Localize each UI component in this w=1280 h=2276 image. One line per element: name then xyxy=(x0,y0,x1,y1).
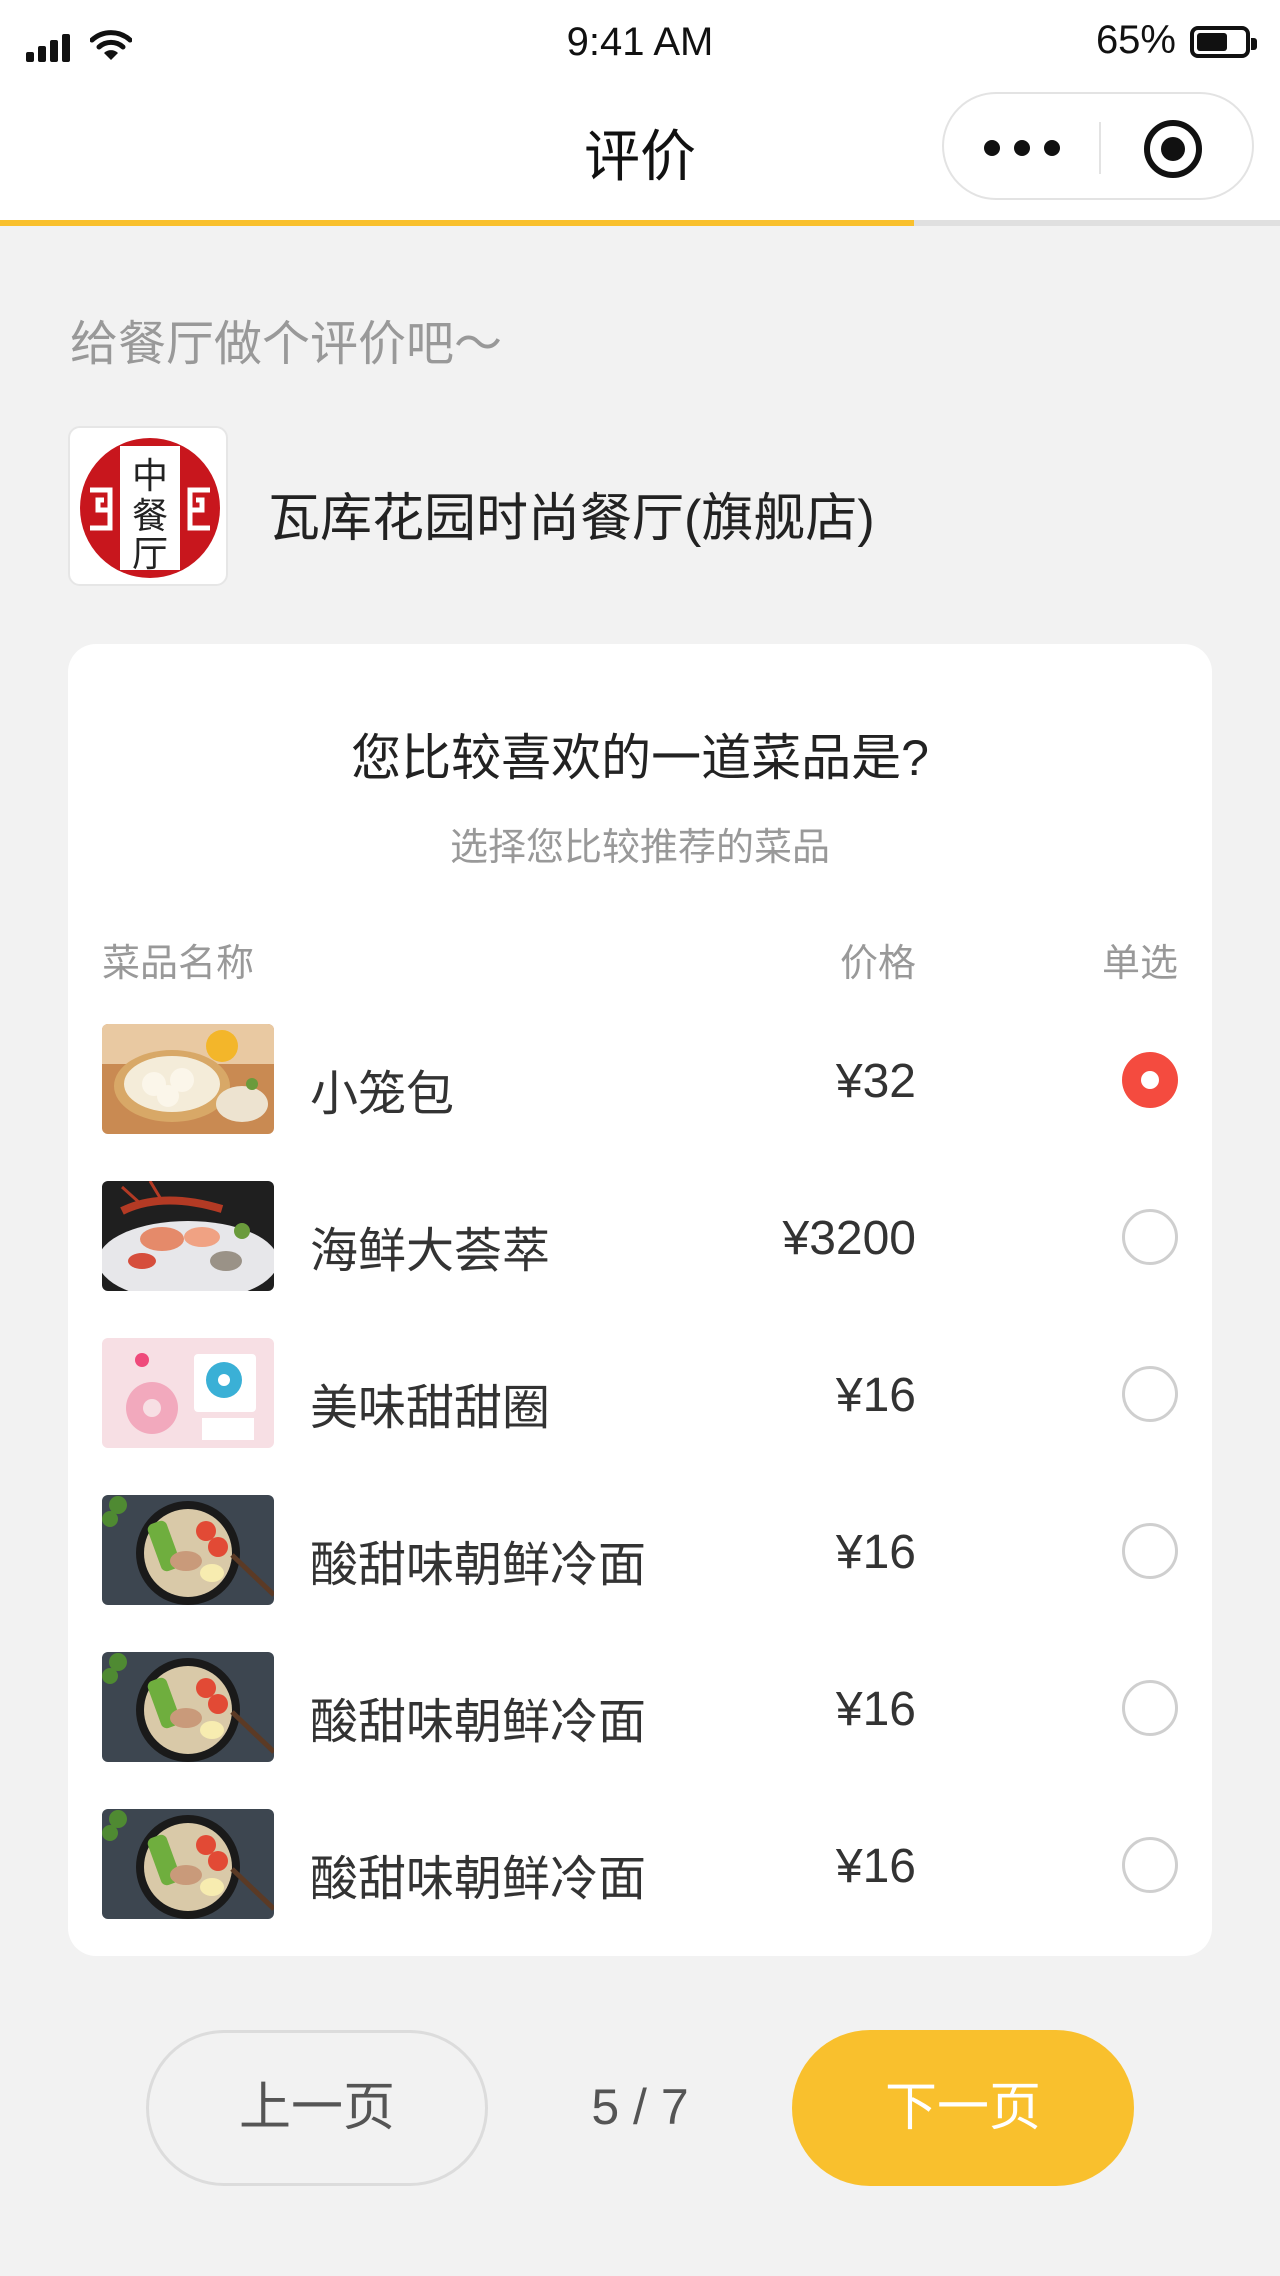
select-radio[interactable] xyxy=(1122,1052,1178,1108)
pagination: 上一页 5 / 7 下一页 xyxy=(0,2030,1280,2186)
dish-price: ¥32 xyxy=(835,1055,916,1108)
rating-prompt: 给餐厅做个评价吧～ xyxy=(70,318,503,371)
capsule-divider xyxy=(1099,122,1101,174)
dish-name: 美味甜甜圈 xyxy=(310,1382,551,1435)
column-header-select: 单选 xyxy=(1101,943,1178,985)
battery-percentage: 65% xyxy=(1095,18,1176,62)
more-icon[interactable] xyxy=(984,130,1104,166)
svg-text:餐: 餐 xyxy=(132,496,168,537)
question-card: 您比较喜欢的一道菜品是? 选择您比较推荐的菜品 菜品名称 价格 单选 小笼包 ¥… xyxy=(68,644,1212,1956)
dish-row[interactable]: 小笼包 ¥32 xyxy=(68,1024,1212,1134)
dish-price: ¥16 xyxy=(835,1526,916,1579)
next-page-button[interactable]: 下一页 xyxy=(792,2030,1134,2186)
column-header-price: 价格 xyxy=(839,943,916,985)
select-radio[interactable] xyxy=(1122,1837,1178,1893)
svg-text:厅: 厅 xyxy=(132,534,168,575)
select-radio[interactable] xyxy=(1122,1366,1178,1422)
dish-row[interactable]: 酸甜味朝鲜冷面 ¥16 xyxy=(68,1495,1212,1605)
restaurant-name: 瓦库花园时尚餐厅(旗舰店) xyxy=(268,490,875,548)
dish-name: 酸甜味朝鲜冷面 xyxy=(310,1539,647,1592)
dish-name: 酸甜味朝鲜冷面 xyxy=(310,1853,647,1906)
question-title: 您比较喜欢的一道菜品是? xyxy=(351,730,929,786)
select-radio[interactable] xyxy=(1122,1680,1178,1736)
dish-name: 小笼包 xyxy=(310,1068,455,1121)
dish-name: 酸甜味朝鲜冷面 xyxy=(310,1696,647,1749)
dish-row[interactable]: 美味甜甜圈 ¥16 xyxy=(68,1338,1212,1448)
dish-price: ¥16 xyxy=(835,1683,916,1736)
dish-price: ¥16 xyxy=(835,1840,916,1893)
top-bar: 9:41 AM 65% 评价 xyxy=(0,0,1280,222)
battery-icon xyxy=(1190,26,1257,58)
restaurant-info: 中 餐 厅 瓦库花园时尚餐厅(旗舰店) xyxy=(68,426,1168,586)
cold-noodles-image xyxy=(102,1809,274,1919)
cold-noodles-image xyxy=(102,1652,274,1762)
survey-progress-fill xyxy=(0,220,914,226)
survey-page: 9:41 AM 65% 评价 给餐厅做个评价吧～ 中 餐 厅 瓦库花园时尚餐厅(… xyxy=(0,0,1280,2276)
dish-price: ¥3200 xyxy=(782,1212,916,1265)
dish-row[interactable]: 海鲜大荟萃 ¥3200 xyxy=(68,1181,1212,1291)
status-bar: 9:41 AM 65% xyxy=(0,0,1280,88)
select-radio[interactable] xyxy=(1122,1209,1178,1265)
seafood-platter-image xyxy=(102,1181,274,1291)
status-time: 9:41 AM xyxy=(566,20,714,64)
close-target-icon[interactable] xyxy=(1144,120,1202,178)
svg-text:中: 中 xyxy=(132,456,168,497)
cold-noodles-image xyxy=(102,1495,274,1605)
dish-row[interactable]: 酸甜味朝鲜冷面 ¥16 xyxy=(68,1809,1212,1919)
donut-image xyxy=(102,1338,274,1448)
mini-program-capsule xyxy=(942,92,1254,200)
dish-row[interactable]: 酸甜味朝鲜冷面 ¥16 xyxy=(68,1652,1212,1762)
column-header-name: 菜品名称 xyxy=(102,943,255,985)
question-subtitle: 选择您比较推荐的菜品 xyxy=(449,827,830,869)
dumplings-steamer-image xyxy=(102,1024,274,1134)
previous-page-button[interactable]: 上一页 xyxy=(146,2030,488,2186)
dish-name: 海鲜大荟萃 xyxy=(310,1225,551,1278)
select-radio[interactable] xyxy=(1122,1523,1178,1579)
survey-progress-bar xyxy=(0,220,1280,226)
dish-price: ¥16 xyxy=(835,1369,916,1422)
page-indicator: 5 / 7 xyxy=(591,2079,689,2135)
restaurant-logo: 中 餐 厅 xyxy=(68,426,228,586)
